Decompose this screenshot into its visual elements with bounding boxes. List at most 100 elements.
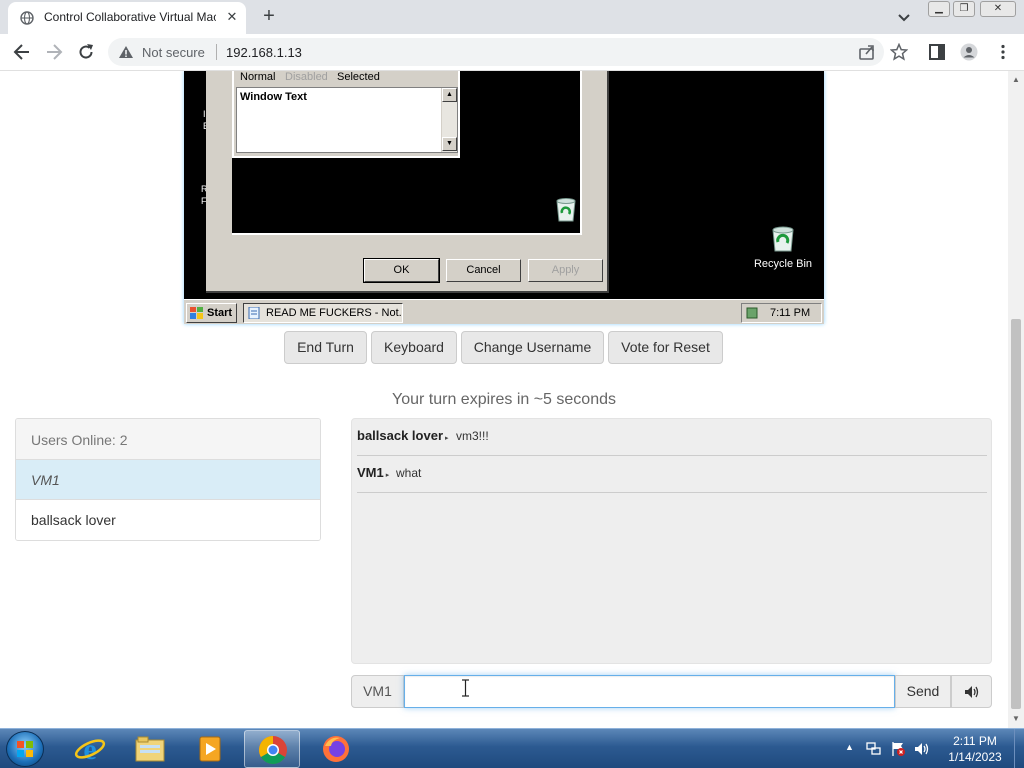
recycle-bin-icon[interactable] (767, 221, 799, 253)
send-button[interactable]: Send (895, 675, 951, 708)
change-username-button[interactable]: Change Username (461, 331, 604, 364)
share-icon[interactable] (858, 43, 876, 61)
chat-input-row: VM1 Send (351, 675, 992, 708)
chat-message: VM1 ▸ what (357, 456, 987, 493)
address-bar[interactable]: Not secure 192.168.1.13 (108, 38, 884, 66)
notepad-icon (248, 307, 260, 319)
end-turn-button[interactable]: End Turn (284, 331, 367, 364)
vm-cancel-button[interactable]: Cancel (446, 259, 521, 282)
tab-search-chevron-icon[interactable] (896, 9, 912, 25)
vm-start-button[interactable]: Start (186, 303, 237, 323)
chat-text: vm3!!! (456, 429, 489, 443)
star-icon[interactable] (890, 43, 908, 61)
recycle-bin-icon (556, 198, 576, 222)
profile-icon[interactable] (960, 43, 978, 61)
chat-arrow-icon: ▸ (445, 435, 449, 442)
action-center-flag-icon[interactable] (890, 741, 906, 757)
vm-sample-scrollbar: ▲ ▼ (441, 88, 457, 152)
users-header: Users Online: 2 (16, 419, 320, 460)
vm-system-tray: 7:11 PM (741, 303, 822, 323)
user-list-item[interactable]: ballsack lover (16, 500, 320, 540)
vm-screen[interactable]: I E R F Normal Disabled Selected Window … (184, 71, 824, 324)
browser-toolbar: Not secure 192.168.1.13 (0, 34, 1024, 71)
scrollbar-thumb[interactable] (1011, 319, 1021, 709)
vm-appearance-preview: Normal Disabled Selected Window Text ▲ ▼ (232, 71, 460, 158)
window-minimize-button[interactable]: ▁ (928, 1, 950, 17)
vm-start-label: Start (207, 307, 233, 319)
vm-selected-label: Selected (337, 71, 380, 83)
users-online-count: Users Online: 2 (31, 432, 128, 448)
chat-username: VM1 ▸ (357, 465, 390, 480)
vm-sample-textbox: Window Text ▲ ▼ (236, 87, 458, 153)
chat-text: what (396, 466, 422, 480)
chat-message: ballsack lover ▸ vm3!!! (357, 419, 987, 456)
taskbar-clock-time[interactable]: 2:11 PM (940, 734, 1010, 748)
users-panel: Users Online: 2 VM1 ballsack lover (15, 418, 321, 541)
side-panel-icon[interactable] (928, 43, 946, 61)
reload-icon[interactable] (76, 42, 96, 62)
internet-explorer-icon: e (74, 734, 106, 764)
windows-logo-icon (190, 307, 203, 319)
taskbar-clock-date[interactable]: 1/14/2023 (940, 750, 1010, 764)
chat-username: ballsack lover ▸ (357, 428, 449, 443)
window-maximize-button[interactable]: ❐ (953, 1, 975, 17)
vm-disabled-label: Disabled (285, 71, 328, 83)
vm-window-text: Window Text (240, 91, 307, 103)
sound-toggle-button[interactable] (951, 675, 992, 708)
browser-tab-bar: Control Collaborative Virtual Mac ✕ + ▁ … (0, 0, 1024, 34)
vm-scroll-down-icon: ▼ (442, 137, 457, 151)
media-player-icon (199, 736, 221, 762)
new-tab-button[interactable]: + (258, 6, 280, 28)
windows-logo-icon (17, 741, 33, 757)
scroll-up-icon[interactable]: ▲ (1012, 75, 1020, 84)
internet-explorer-taskbar-button[interactable]: e (62, 730, 118, 768)
svg-text:e: e (83, 734, 96, 764)
url-text[interactable]: 192.168.1.13 (226, 45, 302, 60)
user-list-item[interactable]: VM1 (16, 460, 320, 500)
volume-icon[interactable] (914, 741, 930, 757)
vm-display-properties-dialog[interactable]: Normal Disabled Selected Window Text ▲ ▼… (206, 71, 609, 293)
media-player-taskbar-button[interactable] (182, 730, 238, 768)
chrome-taskbar-button[interactable] (244, 730, 300, 768)
vm-task-label: READ ME FUCKERS - Not... (266, 307, 403, 319)
folder-icon (135, 736, 165, 762)
tab-close-icon[interactable]: ✕ (224, 9, 240, 25)
security-label[interactable]: Not secure (142, 45, 205, 60)
window-close-button[interactable]: ✕ (980, 1, 1016, 17)
page-scrollbar[interactable]: ▲ ▼ (1008, 71, 1024, 728)
chat-input[interactable] (404, 675, 895, 708)
scroll-down-icon[interactable]: ▼ (1012, 714, 1020, 723)
chat-username-addon: VM1 (351, 675, 404, 708)
user-name: VM1 (31, 472, 60, 488)
turn-status: Your turn expires in ~5 seconds (392, 391, 616, 408)
show-desktop-button[interactable] (1014, 729, 1024, 768)
forward-icon[interactable] (44, 42, 64, 62)
text-cursor-icon (462, 679, 469, 697)
network-icon[interactable] (866, 741, 882, 757)
vm-scroll-up-icon: ▲ (442, 88, 457, 102)
firefox-icon (323, 736, 349, 762)
windows-taskbar: e ▲ 2:11 PM 1/14/2023 (0, 728, 1024, 768)
tab-title: Control Collaborative Virtual Mac (44, 10, 216, 24)
browser-tab[interactable]: Control Collaborative Virtual Mac ✕ (8, 2, 246, 34)
user-name: ballsack lover (31, 512, 116, 528)
vm-taskbar: Start READ ME FUCKERS - Not... 7:11 PM (184, 299, 824, 324)
windows-explorer-taskbar-button[interactable] (122, 730, 178, 768)
vote-reset-button[interactable]: Vote for Reset (608, 331, 723, 364)
vm-taskbar-notepad-item[interactable]: READ ME FUCKERS - Not... (243, 303, 403, 323)
vm-clock: 7:11 PM (770, 307, 811, 319)
back-icon[interactable] (12, 42, 32, 62)
vm-apply-button[interactable]: Apply (528, 259, 603, 282)
warning-icon[interactable] (118, 45, 134, 59)
windows-start-button[interactable] (6, 731, 44, 767)
chat-arrow-icon: ▸ (385, 472, 390, 479)
show-hidden-icons-icon[interactable]: ▲ (845, 742, 854, 752)
keyboard-button[interactable]: Keyboard (371, 331, 457, 364)
recycle-bin-label[interactable]: Recycle Bin (750, 258, 816, 270)
menu-icon[interactable] (994, 43, 1012, 61)
vm-ok-button[interactable]: OK (363, 258, 440, 283)
page-viewport: I E R F Normal Disabled Selected Window … (0, 71, 1008, 728)
globe-icon (20, 11, 34, 25)
url-divider (216, 44, 217, 60)
firefox-taskbar-button[interactable] (308, 730, 364, 768)
